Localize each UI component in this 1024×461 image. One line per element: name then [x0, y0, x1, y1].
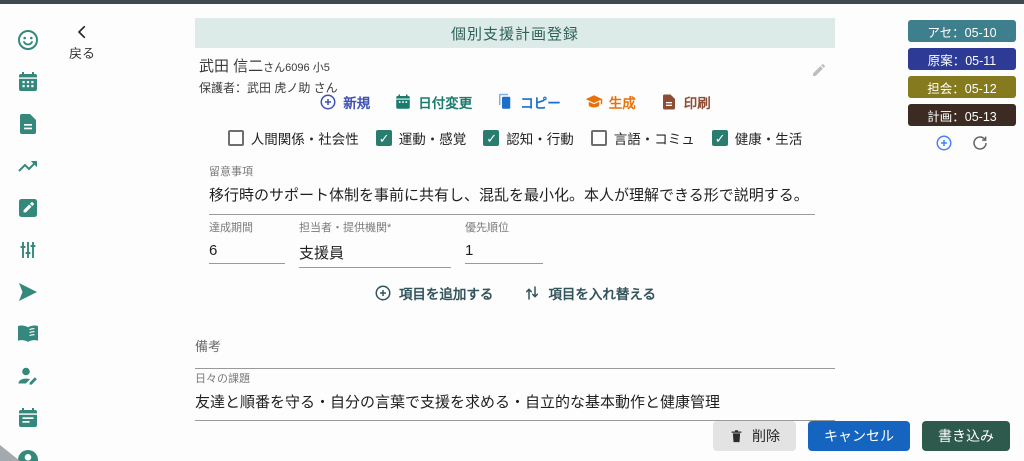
- person-edit-icon[interactable]: [16, 364, 40, 388]
- tab-plan-05-13[interactable]: 計画：05-13: [908, 104, 1016, 126]
- patient-name: 武田 信二: [199, 58, 263, 75]
- daily-tasks-label: 日々の課題: [195, 370, 835, 386]
- document-tab-stack: アセ：05-10 原案：05-11 担会：05-12 計画：05-13: [908, 20, 1016, 152]
- remarks-label: 備考: [195, 336, 835, 355]
- checkbox-icon[interactable]: [591, 130, 607, 146]
- circle-plus-icon: [374, 284, 392, 302]
- refresh-icon[interactable]: [971, 134, 989, 152]
- period-input[interactable]: 6: [209, 242, 285, 263]
- add-item-button[interactable]: 項目を追加する: [374, 283, 494, 303]
- document-icon[interactable]: [16, 112, 40, 136]
- toolbar: 新規 日付変更 コピー 生成 印刷: [195, 92, 835, 112]
- swap-vert-icon: [523, 284, 541, 302]
- event-note-icon[interactable]: [16, 406, 40, 430]
- checkbox-undou-kankaku[interactable]: 運動・感覚: [376, 128, 467, 148]
- write-button[interactable]: 書き込み: [922, 421, 1010, 451]
- page-title: 個別支援計画登録: [195, 18, 835, 48]
- back-label: 戻る: [62, 43, 102, 62]
- category-checkbox-row: 人間関係・社会性 運動・感覚 認知・行動 言語・コミュ 健康・生活: [195, 128, 835, 148]
- calendar-icon[interactable]: [16, 70, 40, 94]
- staff-input[interactable]: 支援員: [299, 242, 451, 267]
- checkbox-gengo-komyu[interactable]: 言語・コミュ: [591, 128, 695, 148]
- school-icon: [585, 93, 603, 111]
- generate-button[interactable]: 生成: [585, 92, 636, 112]
- cancel-button[interactable]: キャンセル: [808, 421, 910, 451]
- edit-pencil-icon[interactable]: [811, 62, 827, 78]
- priority-input[interactable]: 1: [465, 242, 543, 263]
- add-item-label: 項目を追加する: [399, 283, 494, 303]
- checkbox-label: 認知・行動: [506, 128, 574, 148]
- add-tab-icon[interactable]: [935, 134, 953, 152]
- checkbox-icon[interactable]: [228, 130, 244, 146]
- send-icon[interactable]: [16, 280, 40, 304]
- circle-plus-icon: [319, 93, 337, 111]
- main-form: 個別支援計画登録 武田 信二さん6096 小5 保護者：武田 虎ノ助 さん 新規…: [195, 18, 835, 438]
- daily-tasks-field: 日々の課題 友達と順番を守る・自分の言葉で支援を求める・自立的な基本動作と健康管…: [195, 370, 835, 421]
- checkbox-label: 人間関係・社会性: [251, 128, 359, 148]
- tab-meeting-05-12[interactable]: 担会：05-12: [908, 76, 1016, 98]
- edit-square-icon[interactable]: [16, 196, 40, 220]
- print-doc-icon: [660, 93, 678, 111]
- priority-field: 優先順位 1: [465, 219, 543, 268]
- print-label: 印刷: [684, 92, 711, 112]
- mood-icon[interactable]: [16, 28, 40, 52]
- calendar-icon: [394, 93, 412, 111]
- date-change-label: 日付変更: [418, 92, 472, 112]
- tab-stack-actions: [908, 134, 1016, 152]
- staff-label: 担当者・提供機関*: [299, 219, 451, 235]
- back-button[interactable]: 戻る: [62, 24, 102, 62]
- delete-button[interactable]: 削除: [713, 421, 796, 451]
- notes-label: 留意事項: [209, 163, 815, 179]
- print-button[interactable]: 印刷: [660, 92, 711, 112]
- priority-label: 優先順位: [465, 219, 543, 235]
- copy-label: コピー: [520, 92, 561, 112]
- checkbox-kenkou-seikatsu[interactable]: 健康・生活: [712, 128, 803, 148]
- top-border-bar: [0, 0, 1024, 4]
- patient-info: 武田 信二さん6096 小5 保護者：武田 虎ノ助 さん: [199, 55, 338, 96]
- checkbox-icon[interactable]: [712, 130, 728, 146]
- trending-up-icon[interactable]: [16, 154, 40, 178]
- date-change-button[interactable]: 日付変更: [394, 92, 472, 112]
- book-icon[interactable]: [16, 322, 40, 346]
- detail-field-row: 達成期間 6 担当者・提供機関* 支援員 優先順位 1: [209, 219, 543, 268]
- checkbox-ningen-kankei[interactable]: 人間関係・社会性: [228, 128, 359, 148]
- copy-button[interactable]: コピー: [496, 92, 561, 112]
- checkbox-label: 運動・感覚: [399, 128, 467, 148]
- copy-icon: [496, 93, 514, 111]
- trash-icon: [729, 429, 744, 444]
- daily-tasks-input[interactable]: 友達と順番を守る・自分の言葉で支援を求める・自立的な基本動作と健康管理: [195, 391, 835, 412]
- tab-assessment-05-10[interactable]: アセ：05-10: [908, 20, 1016, 42]
- staff-field: 担当者・提供機関* 支援員: [299, 219, 451, 268]
- remarks-input[interactable]: [195, 368, 835, 369]
- new-label: 新規: [343, 92, 370, 112]
- notes-field: 留意事項 移行時のサポート体制を事前に共有し、混乱を最小化。本人が理解できる形で…: [209, 163, 815, 215]
- checkbox-label: 言語・コミュ: [614, 128, 695, 148]
- remarks-field: 備考: [195, 336, 835, 369]
- generate-label: 生成: [609, 92, 636, 112]
- checkbox-label: 健康・生活: [735, 128, 803, 148]
- delete-label: 削除: [752, 426, 780, 446]
- period-label: 達成期間: [209, 219, 285, 235]
- period-field: 達成期間 6: [209, 219, 285, 268]
- chevron-left-icon: [74, 24, 90, 40]
- footer-actions: 削除 キャンセル 書き込み: [713, 421, 1010, 451]
- reorder-items-label: 項目を入れ替える: [548, 283, 656, 303]
- patient-name-suffix: さん6096 小5: [263, 62, 330, 74]
- notes-input[interactable]: 移行時のサポート体制を事前に共有し、混乱を最小化。本人が理解できる形で説明する。: [209, 184, 815, 205]
- tab-draft-05-11[interactable]: 原案：05-11: [908, 48, 1016, 70]
- reorder-items-button[interactable]: 項目を入れ替える: [523, 283, 656, 303]
- sidebar: [0, 4, 56, 461]
- corner-fold: [0, 445, 20, 461]
- checkbox-ninchi-koudou[interactable]: 認知・行動: [483, 128, 574, 148]
- checkbox-icon[interactable]: [483, 130, 499, 146]
- checkbox-icon[interactable]: [376, 130, 392, 146]
- item-action-row: 項目を追加する 項目を入れ替える: [195, 283, 835, 303]
- tune-icon[interactable]: [16, 238, 40, 262]
- new-button[interactable]: 新規: [319, 92, 370, 112]
